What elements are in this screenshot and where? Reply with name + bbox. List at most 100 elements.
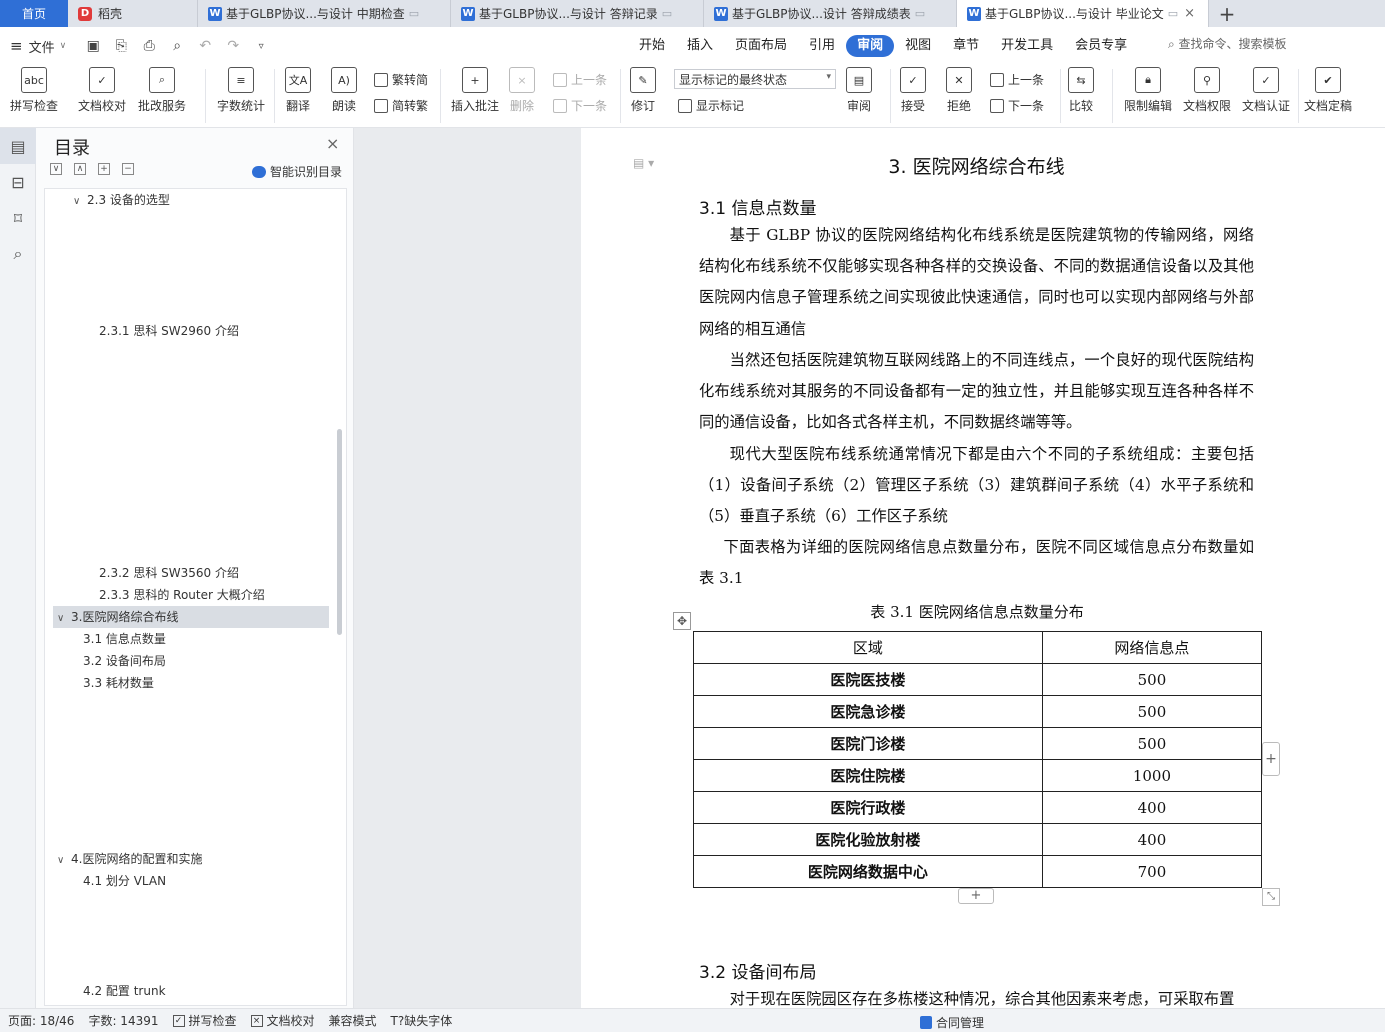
toc-item[interactable]: 2.3.2 思科 SW3560 介绍 bbox=[99, 562, 239, 584]
table-cell-points: 1000 bbox=[1041, 759, 1263, 792]
print-icon[interactable]: ⎙ bbox=[138, 35, 160, 57]
tab-daoke[interactable]: D 稻壳 bbox=[68, 0, 198, 27]
restrict-edit-button[interactable]: 🔒︎ 限制编辑 bbox=[1124, 67, 1172, 114]
review-pane-button[interactable]: ▤ 审阅 bbox=[846, 67, 872, 114]
bookmark-icon[interactable]: ⌑ bbox=[0, 200, 36, 236]
grading-icon: ⌕ bbox=[149, 67, 175, 93]
ribbon-tab[interactable]: 审阅 bbox=[846, 35, 895, 57]
toc-item[interactable]: 2.3.1 思科 SW2960 介绍 bbox=[99, 320, 239, 342]
command-search[interactable]: ⌕ 查找命令、搜索模板 bbox=[1168, 35, 1287, 52]
add-row-icon[interactable]: + bbox=[958, 888, 994, 904]
table-move-handle-icon[interactable]: ✥ bbox=[673, 612, 691, 630]
toc-item[interactable]: ∨ 3.医院网络综合布线 bbox=[53, 606, 329, 628]
close-tab-icon[interactable]: × bbox=[1184, 6, 1195, 21]
ribbon-tab[interactable]: 开始 bbox=[628, 35, 676, 57]
table-resize-icon[interactable]: ⤡ bbox=[1262, 888, 1280, 906]
save-icon[interactable]: ▣ bbox=[82, 35, 104, 57]
ribbon-tab[interactable]: 会员专享 bbox=[1064, 35, 1138, 57]
table-header-row: 区域 网络信息点 bbox=[693, 631, 1263, 664]
next-change-button[interactable]: 下一条 bbox=[990, 97, 1044, 114]
toc-item[interactable]: ∨ 4.医院网络的配置和实施 bbox=[57, 848, 202, 870]
markup-state-select[interactable]: 显示标记的最终状态 ▾ bbox=[674, 69, 836, 89]
delete-comment-button[interactable]: × 删除 bbox=[509, 67, 535, 114]
toc-item-label: 4.1 划分 VLAN bbox=[83, 874, 167, 888]
remove-heading-icon[interactable]: − bbox=[122, 163, 134, 175]
compare-button[interactable]: ⇆ 比较 bbox=[1068, 67, 1094, 114]
chapter-title: 3. 医院网络综合布线 bbox=[888, 156, 1065, 178]
add-heading-icon[interactable]: + bbox=[98, 163, 110, 175]
next-comment-icon bbox=[553, 98, 567, 113]
toc-item[interactable]: 3.1 信息点数量 bbox=[83, 628, 166, 650]
side-icon-bar: ▤ ⊟ ⌑ ⌕ bbox=[0, 128, 36, 1008]
collapse-all-icon[interactable]: ∨ bbox=[50, 163, 62, 175]
export-pdf-icon[interactable]: ⎘ bbox=[110, 35, 132, 57]
trad-to-simp-button[interactable]: 繁转简 bbox=[374, 71, 428, 88]
expand-all-icon[interactable]: ∧ bbox=[74, 163, 86, 175]
tab-doc-thesis[interactable]: W 基于GLBP协议...与设计 毕业论文 ▭ × bbox=[957, 0, 1209, 27]
tab-doc-defense-score[interactable]: W 基于GLBP协议...设计 答辩成绩表 ▭ bbox=[704, 0, 957, 27]
word-count-button[interactable]: ≡ 字数统计 bbox=[217, 67, 265, 114]
accept-button[interactable]: ✓ 接受 bbox=[900, 67, 926, 114]
ribbon-tab[interactable]: 页面布局 bbox=[724, 35, 798, 57]
toc-panel-icon[interactable]: ▤ bbox=[0, 128, 36, 164]
smart-toc-button[interactable]: 智能识别目录 bbox=[252, 163, 342, 180]
toc-item[interactable]: ∨ 2.3 设备的选型 bbox=[73, 189, 170, 211]
page-indicator[interactable]: 页面: 18/46 bbox=[8, 1012, 74, 1029]
next-comment-button[interactable]: 下一条 bbox=[553, 97, 607, 114]
navigation-icon[interactable]: ⊟ bbox=[0, 164, 36, 200]
prev-comment-button[interactable]: 上一条 bbox=[553, 71, 607, 88]
tab-doc-midterm[interactable]: W 基于GLBP协议...与设计 中期检查 ▭ bbox=[198, 0, 451, 27]
chevron-down-icon[interactable]: ∨ bbox=[73, 191, 87, 213]
translate-label: 翻译 bbox=[285, 99, 310, 113]
spell-check-button[interactable]: abc 拼写检查 bbox=[10, 67, 58, 114]
chevron-down-icon[interactable]: ∨ bbox=[57, 608, 71, 630]
ribbon-divider bbox=[1298, 69, 1299, 123]
close-icon[interactable]: × bbox=[326, 134, 339, 153]
doc-cert-button[interactable]: ✓ 文档认证 bbox=[1242, 67, 1290, 114]
toc-item[interactable]: 4.1 划分 VLAN bbox=[83, 870, 166, 892]
add-column-icon[interactable]: + bbox=[1262, 742, 1280, 776]
revise-button[interactable]: ✎ 修订 bbox=[630, 67, 656, 114]
chevron-down-icon[interactable]: ∨ bbox=[57, 850, 71, 872]
prev-change-button[interactable]: 上一条 bbox=[990, 71, 1044, 88]
toc-item[interactable]: 4.2 配置 trunk bbox=[83, 980, 166, 1002]
read-aloud-button[interactable]: A) 朗读 bbox=[331, 67, 357, 114]
toc-scrollbar[interactable] bbox=[337, 429, 342, 635]
contract-manage-button[interactable]: 合同管理 bbox=[920, 1014, 984, 1031]
customize-toolbar-icon[interactable]: ▿ bbox=[250, 35, 272, 57]
markup-state-value: 显示标记的最终状态 bbox=[679, 73, 788, 87]
toc-item[interactable]: 3.2 设备间布局 bbox=[83, 650, 166, 672]
search-icon[interactable]: ⌕ bbox=[0, 236, 36, 272]
grading-service-button[interactable]: ⌕ 批改服务 bbox=[138, 67, 186, 114]
reject-button[interactable]: ✕ 拒绝 bbox=[946, 67, 972, 114]
doc-permission-button[interactable]: ⚲ 文档权限 bbox=[1183, 67, 1231, 114]
doc-proof-button[interactable]: ✓ 文档校对 bbox=[78, 67, 126, 114]
status-spell-check[interactable]: ✓ 拼写检查 bbox=[172, 1012, 237, 1029]
lock-icon: 🔒︎ bbox=[1135, 67, 1161, 93]
tab-home[interactable]: 首页 bbox=[0, 0, 68, 27]
ribbon-tab[interactable]: 视图 bbox=[894, 35, 942, 57]
new-tab-button[interactable]: + bbox=[1209, 0, 1245, 27]
insert-comment-button[interactable]: + 插入批注 bbox=[451, 67, 499, 114]
ribbon-tab[interactable]: 引用 bbox=[798, 35, 846, 57]
toc-item[interactable]: 2.3.3 思科的 Router 大概介绍 bbox=[99, 584, 265, 606]
translate-button[interactable]: 文A 翻译 bbox=[285, 67, 311, 114]
ribbon-tab[interactable]: 插入 bbox=[676, 35, 724, 57]
file-menu[interactable]: ≡ 文件 ∨ bbox=[10, 37, 66, 56]
document-page[interactable]: ▤ ▾ 3. 医院网络综合布线 3.1 信息点数量 基于 GLBP 协议的医院网… bbox=[581, 128, 1385, 1008]
word-count-indicator[interactable]: 字数: 14391 bbox=[88, 1012, 158, 1029]
revise-icon: ✎ bbox=[630, 67, 656, 93]
ribbon-tab[interactable]: 开发工具 bbox=[990, 35, 1064, 57]
ribbon-divider bbox=[205, 69, 206, 123]
show-markup-button[interactable]: 显示标记 bbox=[678, 97, 744, 114]
toc-item[interactable]: 3.3 耗材数量 bbox=[83, 672, 154, 694]
undo-icon[interactable]: ↶ bbox=[194, 35, 216, 57]
ribbon-tab[interactable]: 章节 bbox=[942, 35, 990, 57]
simp-to-trad-button[interactable]: 简转繁 bbox=[374, 97, 428, 114]
doc-final-button[interactable]: ✔ 文档定稿 bbox=[1304, 67, 1352, 114]
missing-font-button[interactable]: T? 缺失字体 bbox=[391, 1012, 453, 1029]
print-preview-icon[interactable]: ⌕ bbox=[166, 35, 188, 57]
status-doc-proof[interactable]: × 文档校对 bbox=[250, 1012, 315, 1029]
tab-doc-defense-record[interactable]: W 基于GLBP协议...与设计 答辩记录 ▭ bbox=[451, 0, 704, 27]
redo-icon[interactable]: ↷ bbox=[222, 35, 244, 57]
